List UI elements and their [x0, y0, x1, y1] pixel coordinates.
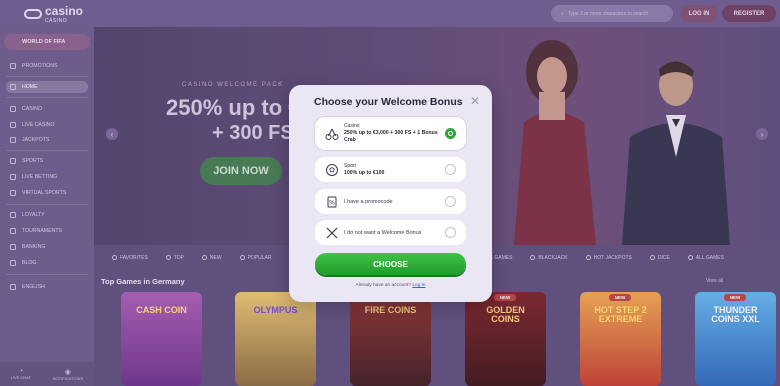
close-icon[interactable]: ✕: [470, 95, 480, 107]
bonus-option-desc: I do not want a Welcome Bonus: [344, 229, 422, 236]
login-link[interactable]: Log in: [412, 283, 425, 288]
cherries-icon: [325, 127, 339, 141]
bonus-option-casino[interactable]: Casino 250% up to €3,000 + 300 FS + 1 Bo…: [315, 117, 466, 150]
soccer-ball-icon: [325, 163, 339, 177]
bonus-option-no-bonus[interactable]: I do not want a Welcome Bonus: [315, 220, 466, 245]
bonus-option-text: I have a promocode: [344, 199, 444, 205]
choose-button[interactable]: CHOOSE: [315, 253, 466, 275]
svg-text:%: %: [329, 199, 335, 206]
bonus-option-desc: 100% up to €100: [344, 169, 385, 176]
radio-unselected[interactable]: [445, 196, 456, 207]
radio-selected[interactable]: [445, 128, 456, 139]
bonus-option-desc: 250% up to €3,000 + 300 FS + 1 Bonus Cra…: [344, 130, 438, 143]
radio-unselected[interactable]: [445, 164, 456, 175]
radio-unselected[interactable]: [445, 227, 456, 238]
account-prompt: Already have an account? Log in: [289, 283, 492, 288]
bonus-option-text: Casino 250% up to €3,000 + 300 FS + 1 Bo…: [344, 123, 444, 144]
bonus-option-sport[interactable]: Sport 100% up to €100: [315, 157, 466, 182]
bonus-option-text: Sport 100% up to €100: [344, 163, 444, 177]
bonus-option-text: I do not want a Welcome Bonus: [344, 230, 444, 236]
bonus-option-label: Sport: [344, 162, 356, 169]
modal-title: Choose your Welcome Bonus: [314, 96, 463, 108]
bonus-option-promocode[interactable]: % I have a promocode: [315, 189, 466, 214]
welcome-bonus-modal: Choose your Welcome Bonus ✕ Casino 250% …: [289, 85, 492, 302]
bonus-option-desc: I have a promocode: [344, 198, 393, 205]
no-bonus-icon: [325, 226, 339, 240]
promocode-icon: %: [325, 195, 339, 209]
bonus-option-label: Casino: [344, 123, 360, 129]
account-prompt-text: Already have an account?: [355, 283, 412, 288]
